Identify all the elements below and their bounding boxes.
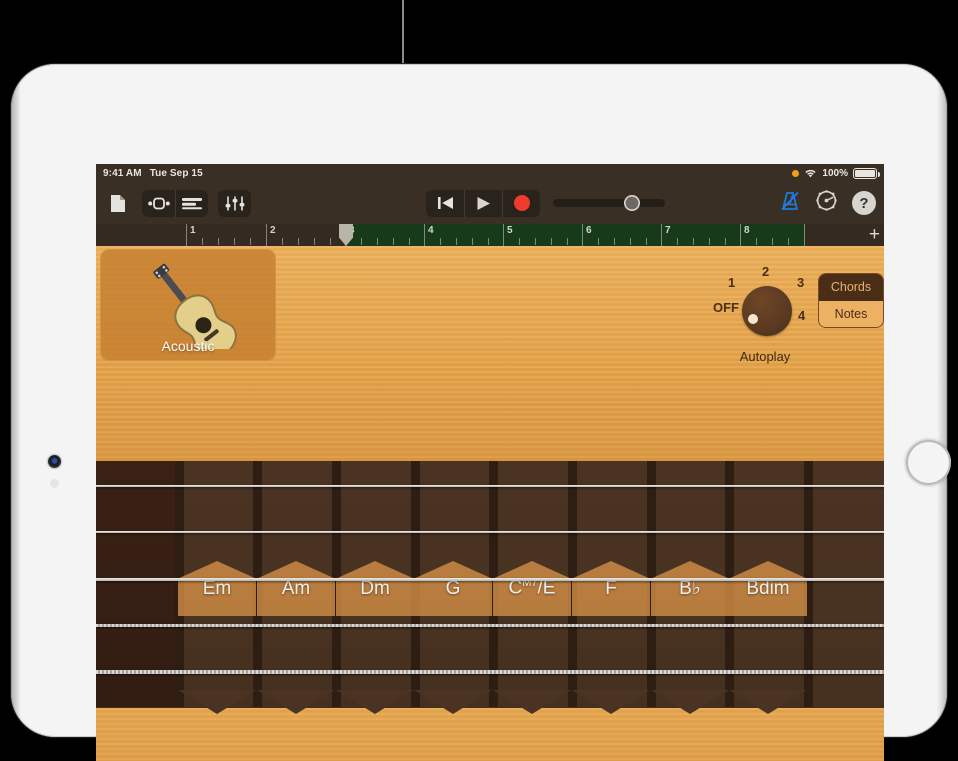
- instrument-picker-tile[interactable]: Acoustic: [100, 249, 276, 361]
- ruler-bar-label: 2: [270, 225, 276, 236]
- autoplay-label: Autoplay: [713, 349, 817, 364]
- ruler-bar-label: 1: [190, 225, 196, 236]
- fx-button[interactable]: [218, 190, 251, 217]
- acoustic-guitar-icon: [131, 257, 245, 349]
- master-volume-slider[interactable]: [553, 199, 665, 207]
- autoplay-position-3[interactable]: 3: [797, 275, 804, 290]
- chord-button-bb[interactable]: B♭: [651, 561, 729, 616]
- strip-notch: [178, 690, 256, 714]
- status-bar-right: 100%: [792, 164, 877, 182]
- rewind-button[interactable]: [426, 190, 464, 217]
- autoplay-knob-indicator: [748, 314, 758, 324]
- fx-sliders-icon: [225, 196, 245, 211]
- guitar-string-4[interactable]: [96, 624, 884, 627]
- strip-notch: [414, 690, 492, 714]
- strip-notch: [493, 690, 571, 714]
- track-list-icon: [181, 197, 203, 210]
- strip-notch: [651, 690, 729, 714]
- play-icon: [476, 196, 491, 211]
- timeline-ruler[interactable]: 1 2 3 4 5 6 7 8 +: [96, 224, 884, 246]
- loop-browser-icon: [148, 197, 170, 210]
- chord-button-dm[interactable]: Dm: [336, 561, 414, 616]
- autoplay-position-4[interactable]: 4: [798, 308, 805, 323]
- autoplay-position-2[interactable]: 2: [762, 264, 769, 279]
- mode-option-chords[interactable]: Chords: [819, 274, 883, 301]
- ruler-bar-label: 7: [665, 225, 671, 236]
- help-button[interactable]: ?: [852, 191, 876, 215]
- toolbar-transport-group: [426, 182, 665, 224]
- chord-label: Bdim: [746, 578, 789, 600]
- instrument-name-label: Acoustic: [100, 338, 276, 354]
- main-toolbar: ?: [96, 182, 884, 224]
- document-icon: [110, 194, 126, 213]
- view-mode-segmented-control: [142, 190, 208, 217]
- ruler-bar-label: 6: [586, 225, 592, 236]
- chord-strips-area: Em Am Dm G CM7/E F B♭ Bdim: [96, 461, 884, 761]
- ipad-screen: 9:41 AM Tue Sep 15 100%: [96, 164, 884, 761]
- autoplay-position-1[interactable]: 1: [728, 275, 735, 290]
- guitar-string-1[interactable]: [96, 485, 884, 487]
- guitar-string-2[interactable]: [96, 531, 884, 533]
- mode-option-notes[interactable]: Notes: [819, 301, 883, 328]
- wifi-icon: [804, 168, 817, 179]
- transport-controls: [426, 190, 540, 217]
- chords-notes-toggle[interactable]: Chords Notes: [818, 273, 884, 328]
- status-bar-left: 9:41 AM Tue Sep 15: [103, 168, 203, 179]
- help-button-label: ?: [859, 195, 868, 212]
- ruler-bar-label: 8: [744, 225, 750, 236]
- metronome-button[interactable]: [779, 190, 801, 217]
- chord-label: G: [446, 578, 461, 600]
- ipad-device-frame: 9:41 AM Tue Sep 15 100%: [11, 64, 947, 737]
- rewind-icon: [437, 196, 454, 210]
- chord-button-g[interactable]: G: [414, 561, 492, 616]
- autoplay-knob[interactable]: [742, 286, 792, 336]
- guitar-string-3[interactable]: [96, 578, 884, 581]
- instrument-area: Acoustic OFF 1 2 3 4 Autoplay Chords Not…: [96, 246, 884, 761]
- chord-label: Em: [203, 578, 232, 600]
- strip-notch: [729, 690, 807, 714]
- loop-browser-button[interactable]: [142, 190, 175, 217]
- track-view-button[interactable]: [175, 190, 208, 217]
- front-camera: [48, 455, 61, 468]
- chord-button-f[interactable]: F: [572, 561, 650, 616]
- status-date: Tue Sep 15: [150, 168, 203, 179]
- play-button[interactable]: [464, 190, 502, 217]
- volume-slider-knob[interactable]: [624, 195, 640, 211]
- strip-notch: [336, 690, 414, 714]
- guitar-string-5[interactable]: [96, 670, 884, 674]
- battery-icon: [853, 168, 877, 179]
- add-section-button[interactable]: +: [869, 225, 880, 244]
- chord-label: Dm: [360, 578, 390, 600]
- toolbar-right-group: ?: [779, 182, 876, 224]
- song-region[interactable]: [345, 224, 804, 246]
- chord-button-bdim[interactable]: Bdim: [729, 561, 807, 616]
- settings-button[interactable]: [815, 189, 838, 217]
- home-button[interactable]: [906, 440, 951, 485]
- record-button[interactable]: [502, 190, 540, 217]
- autoplay-position-off[interactable]: OFF: [713, 300, 739, 315]
- my-songs-button[interactable]: [104, 190, 132, 217]
- status-time: 9:41 AM: [103, 168, 142, 179]
- chord-button-cmaj7-e[interactable]: CM7/E: [493, 561, 571, 616]
- chord-label: Am: [282, 578, 311, 600]
- chord-button-am[interactable]: Am: [257, 561, 335, 616]
- battery-percent-label: 100%: [822, 168, 848, 179]
- orange-recording-dot-icon: [792, 170, 799, 177]
- strip-notch: [572, 690, 650, 714]
- ruler-bar-label: 4: [428, 225, 434, 236]
- metronome-icon: [779, 190, 801, 212]
- toolbar-left-group: [96, 190, 251, 217]
- ruler-bar-label: 5: [507, 225, 513, 236]
- gear-icon: [815, 189, 838, 212]
- guitar-bottom-strip: [96, 708, 884, 761]
- status-bar: 9:41 AM Tue Sep 15 100%: [96, 164, 884, 182]
- chord-button-em[interactable]: Em: [178, 561, 256, 616]
- strip-notch: [257, 690, 335, 714]
- record-icon: [514, 195, 530, 211]
- autoplay-control: OFF 1 2 3 4 Autoplay: [713, 264, 817, 362]
- chord-label: F: [605, 578, 617, 600]
